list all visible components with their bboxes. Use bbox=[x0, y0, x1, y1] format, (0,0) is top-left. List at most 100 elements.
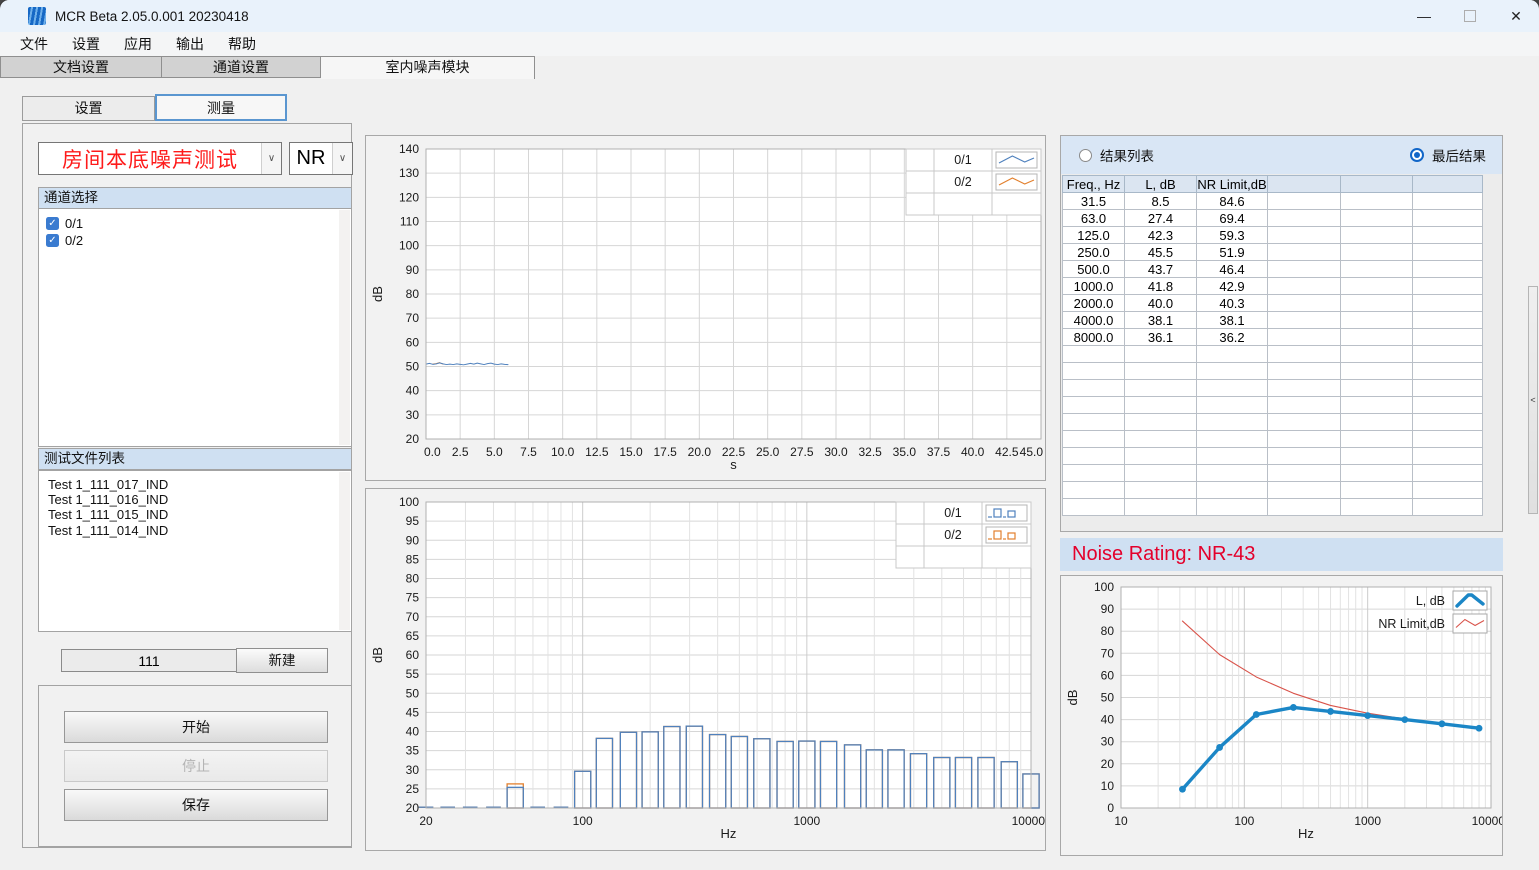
table-row[interactable] bbox=[1063, 465, 1483, 482]
maximize-button[interactable] bbox=[1447, 0, 1493, 32]
menu-item-output[interactable]: 输出 bbox=[164, 34, 216, 54]
table-cell bbox=[1125, 397, 1197, 414]
app-logo-icon bbox=[28, 7, 46, 25]
svg-text:50: 50 bbox=[406, 360, 420, 374]
chevron-down-icon: ∨ bbox=[261, 143, 281, 174]
svg-text:20: 20 bbox=[406, 801, 420, 815]
table-cell bbox=[1125, 431, 1197, 448]
table-row[interactable]: 1000.041.842.9 bbox=[1063, 278, 1483, 295]
run-control-group: 开始 停止 保存 bbox=[38, 685, 352, 847]
table-cell: 36.2 bbox=[1197, 329, 1268, 346]
table-header-row: Freq., HzL, dBNR Limit,dB bbox=[1063, 176, 1483, 193]
svg-text:25.0: 25.0 bbox=[756, 445, 780, 459]
svg-text:0: 0 bbox=[1107, 801, 1114, 815]
nr-curve-chart: 010203040506070809010010100100010000HzdB… bbox=[1061, 576, 1502, 855]
svg-text:L, dB: L, dB bbox=[1416, 594, 1445, 608]
table-row[interactable]: 31.58.584.6 bbox=[1063, 193, 1483, 210]
table-cell bbox=[1063, 397, 1125, 414]
test-file-item[interactable]: Test 1_111_016_IND bbox=[48, 492, 351, 507]
table-row[interactable] bbox=[1063, 380, 1483, 397]
table-row[interactable] bbox=[1063, 363, 1483, 380]
svg-text:12.5: 12.5 bbox=[585, 445, 609, 459]
test-file-item[interactable]: Test 1_111_015_IND bbox=[48, 507, 351, 522]
panel-collapse-handle[interactable]: < bbox=[1528, 286, 1538, 514]
svg-text:30: 30 bbox=[406, 408, 420, 422]
checkbox-checked-icon[interactable]: ✓ bbox=[46, 234, 59, 247]
table-row[interactable]: 63.027.469.4 bbox=[1063, 210, 1483, 227]
file-name-input[interactable] bbox=[61, 649, 237, 672]
table-cell bbox=[1125, 346, 1197, 363]
checkbox-checked-icon[interactable]: ✓ bbox=[46, 217, 59, 230]
stop-button: 停止 bbox=[64, 750, 328, 782]
svg-text:20: 20 bbox=[1101, 757, 1115, 771]
table-row[interactable] bbox=[1063, 499, 1483, 516]
table-cell: 8.5 bbox=[1125, 193, 1197, 210]
table-row[interactable] bbox=[1063, 448, 1483, 465]
results-panel: 结果列表 最后结果 Freq., HzL, dBNR Limit,dB31.58… bbox=[1060, 135, 1503, 532]
svg-text:10: 10 bbox=[1101, 779, 1115, 793]
table-header-cell: Freq., Hz bbox=[1063, 176, 1125, 193]
table-row[interactable]: 250.045.551.9 bbox=[1063, 244, 1483, 261]
table-row[interactable]: 2000.040.040.3 bbox=[1063, 295, 1483, 312]
test-type-select[interactable]: 房间本底噪声测试 ∨ bbox=[38, 142, 282, 175]
tab-indoor-noise-module[interactable]: 室内噪声模块 bbox=[321, 56, 535, 79]
table-row[interactable] bbox=[1063, 482, 1483, 499]
table-cell bbox=[1341, 499, 1413, 516]
close-button[interactable]: ✕ bbox=[1493, 0, 1539, 32]
svg-text:100: 100 bbox=[1234, 814, 1254, 828]
radio-last-result[interactable]: 最后结果 bbox=[1410, 145, 1486, 165]
rating-type-select[interactable]: NR ∨ bbox=[289, 142, 353, 175]
table-row[interactable] bbox=[1063, 397, 1483, 414]
file-list-header: 测试文件列表 bbox=[38, 448, 352, 470]
noise-rating-banner: Noise Rating: NR-43 bbox=[1060, 538, 1503, 571]
table-cell: 500.0 bbox=[1063, 261, 1125, 278]
table-row[interactable]: 4000.038.138.1 bbox=[1063, 312, 1483, 329]
table-cell bbox=[1197, 465, 1268, 482]
table-cell bbox=[1413, 465, 1483, 482]
start-button[interactable]: 开始 bbox=[64, 711, 328, 743]
svg-text:0/1: 0/1 bbox=[954, 153, 971, 167]
svg-text:90: 90 bbox=[1101, 602, 1115, 616]
table-cell: 42.3 bbox=[1125, 227, 1197, 244]
table-row[interactable] bbox=[1063, 346, 1483, 363]
channel-item[interactable]: ✓0/1 bbox=[39, 215, 351, 232]
menu-item-settings[interactable]: 设置 bbox=[60, 34, 112, 54]
test-file-item[interactable]: Test 1_111_017_IND bbox=[48, 477, 351, 492]
table-cell bbox=[1413, 295, 1483, 312]
svg-text:s: s bbox=[730, 457, 737, 472]
table-cell: 8000.0 bbox=[1063, 329, 1125, 346]
new-button[interactable]: 新建 bbox=[236, 648, 328, 673]
svg-text:60: 60 bbox=[406, 648, 420, 662]
test-file-item[interactable]: Test 1_111_014_IND bbox=[48, 523, 351, 538]
title-bar: MCR Beta 2.05.0.001 20230418 — ✕ bbox=[0, 0, 1539, 32]
table-cell bbox=[1268, 261, 1341, 278]
menu-item-file[interactable]: 文件 bbox=[8, 34, 60, 54]
table-cell bbox=[1125, 448, 1197, 465]
table-row[interactable] bbox=[1063, 431, 1483, 448]
table-cell: 4000.0 bbox=[1063, 312, 1125, 329]
tab-channel-settings[interactable]: 通道设置 bbox=[162, 56, 321, 78]
minimize-button[interactable]: — bbox=[1401, 0, 1447, 32]
table-cell: 46.4 bbox=[1197, 261, 1268, 278]
tab-document-settings[interactable]: 文档设置 bbox=[0, 56, 162, 78]
radio-result-list[interactable]: 结果列表 bbox=[1079, 145, 1154, 165]
spectrum-chart-panel: 2025303540455055606570758085909510020100… bbox=[365, 488, 1046, 851]
table-cell bbox=[1268, 414, 1341, 431]
subtab-setup[interactable]: 设置 bbox=[22, 96, 155, 121]
table-row[interactable]: 8000.036.136.2 bbox=[1063, 329, 1483, 346]
table-cell bbox=[1341, 193, 1413, 210]
menu-item-help[interactable]: 帮助 bbox=[216, 34, 268, 54]
save-button[interactable]: 保存 bbox=[64, 789, 328, 821]
menu-item-apply[interactable]: 应用 bbox=[112, 34, 164, 54]
table-row[interactable] bbox=[1063, 414, 1483, 431]
minimize-icon: — bbox=[1417, 8, 1431, 24]
svg-text:60: 60 bbox=[1101, 668, 1115, 682]
channel-item[interactable]: ✓0/2 bbox=[39, 232, 351, 249]
table-cell bbox=[1268, 329, 1341, 346]
table-cell bbox=[1063, 448, 1125, 465]
subtab-measure[interactable]: 测量 bbox=[155, 94, 287, 121]
svg-text:140: 140 bbox=[399, 142, 419, 156]
table-row[interactable]: 500.043.746.4 bbox=[1063, 261, 1483, 278]
table-row[interactable]: 125.042.359.3 bbox=[1063, 227, 1483, 244]
table-cell bbox=[1341, 244, 1413, 261]
